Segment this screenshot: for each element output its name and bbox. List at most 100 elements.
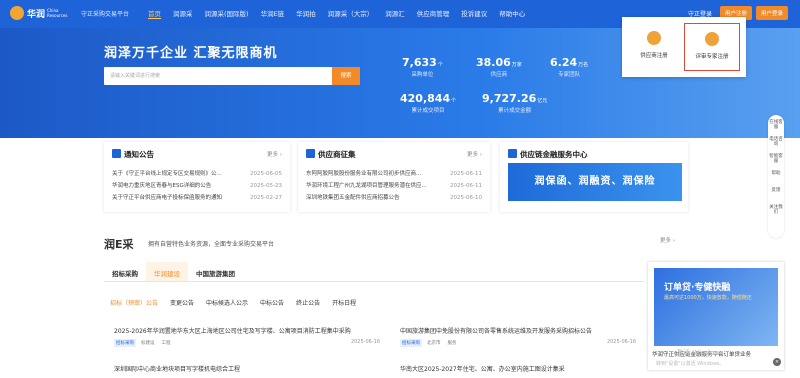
phone-icon[interactable]: 电话咨询: [768, 132, 784, 149]
item-tag: 标建设: [141, 341, 155, 346]
stat-label: 专家团队: [558, 72, 581, 78]
stat-value: 6.24: [550, 56, 578, 69]
subtab-schedule[interactable]: 开标日程: [332, 298, 356, 307]
item-title: 华南大区2025-2027年住宅、公寓、办公室内施工图设计集采: [400, 366, 565, 373]
finance-banner[interactable]: 润保函、润融资、润保险: [508, 163, 682, 201]
online-service-icon[interactable]: 在线客服: [768, 115, 784, 132]
menu-runyuanhui[interactable]: 润源汇: [385, 8, 405, 19]
stat-label: 累计成交项目: [411, 108, 445, 114]
stat-unit: 万家: [511, 62, 522, 68]
stat-value: 9,727.26: [482, 92, 537, 105]
stat-value: 38.06: [476, 56, 511, 69]
supplier-title: 供应商征集: [306, 149, 356, 160]
menu-bulk[interactable]: 润源采（大宗）: [328, 8, 374, 19]
feedback-icon[interactable]: 反馈: [768, 183, 784, 200]
notice-row[interactable]: 关于《守正平台线上规定专区交易规则》公... 2025-06-05: [112, 168, 282, 180]
option-label: 评审专家注册: [695, 54, 729, 60]
notice-row-date: 2025-05-23: [250, 183, 282, 189]
supplier-row[interactable]: 深圳地铁集团五金配件供应商招募公告 2025-06-10: [306, 192, 482, 204]
menu-complaint[interactable]: 投诉建议: [461, 8, 487, 19]
item-title: 2025-2026年华润置地华东大区上海地区公司住宅及写字楼、公寓项目消防工程集…: [114, 328, 351, 335]
item-title: 深圳国际中心商业地块项目写字楼机电综合工程: [114, 366, 241, 373]
expert-register-option[interactable]: 评审专家注册: [684, 23, 740, 71]
supplier-row-title: 东阿阿胶阿胶股份服务业有限公司初步供应商...: [306, 171, 422, 177]
watermark-title: 激活 Windows: [676, 349, 724, 357]
supplier-row-date: 2025-06-11: [450, 183, 482, 189]
stat-amount: 9,727.26亿元 累计成交金额: [482, 92, 547, 114]
logo-text: 华润: [27, 9, 46, 20]
search-input[interactable]: 请输入关键词进行搜索: [110, 72, 160, 79]
notice-more-link[interactable]: 更多 ›: [267, 150, 282, 158]
tab-cr-construction[interactable]: 华润建设: [146, 262, 188, 281]
tab-china-tourism[interactable]: 中国旅游集团: [188, 262, 243, 281]
supplier-more-link[interactable]: 更多 ›: [467, 150, 482, 158]
notice-type-tabs: 招标（预审）公告 变更公告 中标候选人公示 中标公告 终止公告 开标日程: [110, 298, 368, 307]
supplier-row[interactable]: 东阿阿胶阿胶股份服务业有限公司初步供应商... 2025-06-11: [306, 168, 482, 180]
subtab-candidate[interactable]: 中标候选人公示: [206, 298, 248, 307]
notice-title: 通知公告: [112, 149, 154, 160]
close-icon[interactable]: ×: [773, 358, 781, 366]
stat-unit: 个: [437, 62, 443, 68]
supplier-row[interactable]: 华润环境工程广州九龙湖项目管理服务潜在供应... 2025-06-11: [306, 180, 482, 192]
finance-icon: [508, 149, 517, 158]
section-title: 润E采: [104, 238, 134, 251]
stat-value: 420,844: [400, 92, 451, 105]
logo-icon: [10, 6, 24, 20]
main-menu: 首页 润源采 润源采(国际版) 华润E链 华润拍 润源采（大宗） 润源汇 供应商…: [148, 8, 537, 19]
user-icon: [705, 32, 719, 46]
menu-runyuancai[interactable]: 润源采: [173, 8, 193, 19]
supplier-row-date: 2025-06-11: [450, 171, 482, 177]
tab-bidding[interactable]: 招标采购: [104, 262, 146, 281]
subtab-termination[interactable]: 终止公告: [296, 298, 320, 307]
logo[interactable]: 华润 China Resources 守正采购交易平台: [10, 6, 129, 20]
supplier-row-title: 华润环境工程广州九龙湖项目管理服务潜在供应...: [306, 183, 427, 189]
menu-runyuancai-intl[interactable]: 润源采(国际版): [205, 8, 249, 19]
item-tag: 工程: [161, 341, 171, 346]
stat-experts: 6.24万名 专家团队: [550, 56, 588, 78]
list-item[interactable]: 2025-2026年华润置地华东大区上海地区公司住宅及写字楼、公寓项目消防工程集…: [114, 326, 384, 347]
menu-home[interactable]: 首页: [148, 8, 161, 19]
menu-auction[interactable]: 华润拍: [296, 8, 316, 19]
supplier-register-option[interactable]: 供应商注册: [626, 23, 682, 71]
logo-english: China Resources: [47, 8, 68, 18]
supplier-title-text: 供应商征集: [318, 150, 356, 159]
notice-title-text: 通知公告: [124, 150, 154, 159]
menu-e-chain[interactable]: 华润E链: [261, 8, 285, 19]
follow-icon[interactable]: 关注我们: [768, 200, 784, 217]
item-title: 中国旅游集团中免股份有限公司各零售系统运维及开发服务采购招标公告: [400, 328, 593, 335]
platform-subtitle: 守正采购交易平台: [81, 10, 130, 18]
menu-supplier-mgmt[interactable]: 供应商管理: [417, 8, 450, 19]
side-toolbar: 在线客服 电话咨询 智能客服 帮助 反馈 关注我们: [768, 115, 784, 238]
notice-icon: [112, 149, 121, 158]
register-dropdown: 供应商注册 评审专家注册: [622, 17, 746, 77]
category-tabs: 招标采购 华润建设 中国旅游集团: [104, 262, 644, 282]
subtab-award[interactable]: 中标公告: [260, 298, 284, 307]
watermark-subtitle: 转到"设置"以激活 Windows。: [656, 361, 725, 367]
stat-label: 采购单位: [411, 72, 434, 78]
supplier-row-date: 2025-06-10: [450, 195, 482, 201]
smart-service-icon[interactable]: 智能客服: [768, 149, 784, 166]
stat-suppliers: 38.06万家 供应商: [476, 56, 522, 78]
hero-slogan: 润泽万千企业 汇聚无限商机: [104, 46, 278, 61]
item-tag: 服务: [447, 341, 457, 346]
notice-row[interactable]: 华润电力重庆地区青春与ESG详细的公告 2025-05-23: [112, 180, 282, 192]
section-more-link[interactable]: 更多 ›: [660, 236, 675, 244]
subtab-tender[interactable]: 招标（预审）公告: [110, 298, 158, 307]
search-button[interactable]: 搜索: [332, 67, 360, 85]
stat-unit: 个: [451, 98, 457, 104]
menu-help[interactable]: 帮助中心: [499, 8, 525, 19]
list-item[interactable]: 华南大区2025-2027年住宅、公寓、办公室内施工图设计集采: [400, 364, 565, 373]
list-item[interactable]: 深圳国际中心商业地块项目写字楼机电综合工程: [114, 364, 240, 373]
item-tag: 招标采购: [400, 339, 422, 347]
help-icon[interactable]: 帮助: [768, 166, 784, 183]
item-date: 2025-06-16: [350, 339, 380, 345]
login-button[interactable]: 用户登录: [755, 6, 788, 20]
subtab-change[interactable]: 变更公告: [170, 298, 194, 307]
stat-unit: 亿元: [537, 98, 548, 104]
notice-row-date: 2025-02-27: [250, 195, 282, 201]
stat-projects: 420,844个 累计成交项目: [400, 92, 456, 114]
notice-row[interactable]: 关于守正平台供应商电子投标保函服务的通知 2025-02-27: [112, 192, 282, 204]
ad-image: 订单贷·专健快融 最高可达1000万，快速放款，随借随还: [654, 268, 778, 346]
list-item[interactable]: 中国旅游集团中免股份有限公司各零售系统运维及开发服务采购招标公告 招标采购 北京市…: [400, 326, 640, 347]
notice-row-date: 2025-06-05: [250, 171, 282, 177]
